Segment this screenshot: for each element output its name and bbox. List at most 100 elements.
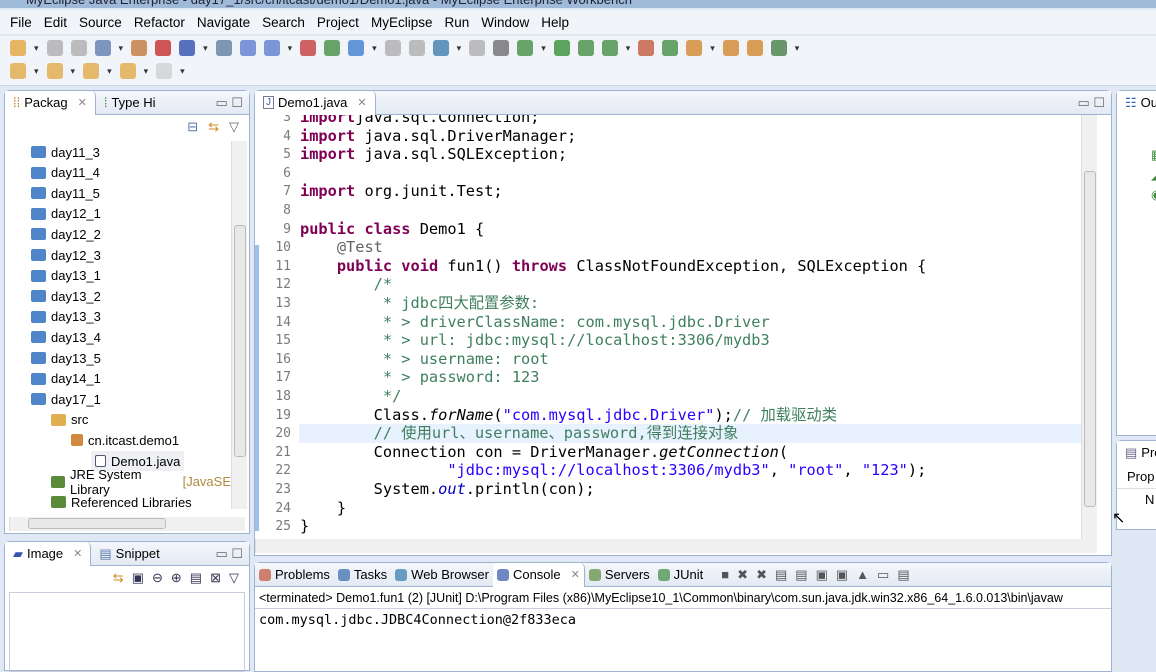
tree-item[interactable]: day13_2 (31, 286, 101, 306)
actual-size-icon[interactable]: ▤ (190, 570, 202, 586)
console-action-icon[interactable]: ▲ (856, 567, 869, 583)
tab-console[interactable]: Console ✕ (492, 562, 585, 587)
menu-myeclipse[interactable]: MyEclipse (365, 15, 439, 30)
tree-item[interactable]: day11_5 (31, 183, 100, 203)
toolbar-icon[interactable] (601, 40, 618, 56)
code-line[interactable]: // 使用url、username、password,得到连接对象 (300, 424, 739, 443)
dropdown-arrow-icon[interactable]: ▾ (795, 43, 800, 54)
zoom-out-icon[interactable]: ⊖ (152, 570, 163, 586)
toolbar-icon[interactable] (10, 40, 26, 56)
code-line[interactable]: * > driverClassName: com.mysql.jdbc.Driv… (300, 313, 770, 332)
console-action-icon[interactable]: ✖ (756, 567, 767, 583)
toolbar-icon[interactable] (517, 40, 534, 56)
tree-item[interactable]: day17_1 (31, 389, 101, 409)
toolbar-icon[interactable] (239, 40, 256, 56)
toolbar-icon[interactable] (662, 40, 679, 56)
tab-properties[interactable]: ▤Pro (1117, 440, 1156, 465)
tab-problems[interactable]: Problems (255, 563, 334, 587)
tree-vertical-scrollbar[interactable] (231, 141, 247, 509)
code-line[interactable]: import java.sql.SQLException; (300, 145, 567, 164)
tree-item[interactable]: day12_2 (31, 224, 101, 244)
console-action-icon[interactable]: ▤ (795, 567, 807, 583)
editor-horizontal-scrollbar[interactable] (255, 539, 1097, 553)
toolbar-icon[interactable] (408, 40, 425, 56)
code-line[interactable]: * > password: 123 (300, 368, 540, 387)
minimize-maximize-icons[interactable]: ▭ ☐ (215, 95, 243, 111)
zoom-in-icon[interactable]: ⊕ (171, 570, 182, 586)
collapse-all-icon[interactable]: ⊟ (187, 119, 198, 135)
toolbar-icon[interactable] (722, 40, 739, 56)
tree-item[interactable]: JRE System Library [JavaSE (51, 467, 231, 497)
navigation-icon[interactable] (10, 63, 26, 79)
tree-horizontal-scrollbar[interactable] (9, 517, 245, 531)
navigation-icon[interactable] (156, 63, 173, 79)
view-menu-icon[interactable]: ▽ (229, 570, 239, 586)
code-line[interactable]: Connection con = DriverManager.getConnec… (300, 443, 788, 462)
tree-item[interactable]: day11_4 (31, 163, 100, 183)
menu-project[interactable]: Project (311, 15, 365, 30)
console-action-icon[interactable]: ■ (721, 567, 729, 583)
toolbar-icon[interactable] (469, 40, 486, 56)
code-line[interactable]: import java.sql.DriverManager; (300, 127, 576, 146)
tab-outline[interactable]: ☷ Ou (1117, 90, 1156, 115)
menu-refactor[interactable]: Refactor (128, 15, 191, 30)
toolbar-icon[interactable] (300, 40, 317, 56)
code-line[interactable]: import org.junit.Test; (300, 182, 503, 201)
console-action-icon[interactable]: ▣ (816, 567, 828, 583)
toolbar-icon[interactable] (577, 40, 594, 56)
code-line[interactable]: } (300, 517, 309, 536)
toolbar-icon[interactable] (155, 40, 172, 56)
close-icon[interactable]: ✕ (357, 96, 366, 109)
close-icon[interactable]: ✕ (571, 568, 580, 581)
tree-item[interactable]: day13_1 (31, 266, 101, 286)
code-line[interactable]: System.out.println(con); (300, 480, 595, 499)
toolbar-icon[interactable] (493, 40, 510, 56)
close-icon[interactable]: ✕ (73, 547, 82, 560)
dropdown-arrow-icon[interactable]: ▾ (372, 43, 377, 54)
console-action-icon[interactable]: ✖ (737, 567, 748, 583)
minimize-maximize-icons[interactable]: ▭ ☐ (1077, 95, 1105, 111)
console-action-icon[interactable]: ▤ (897, 567, 909, 583)
toolbar-icon[interactable] (179, 40, 196, 56)
toolbar-icon[interactable] (94, 40, 111, 56)
dropdown-arrow-icon[interactable]: ▾ (180, 66, 185, 77)
dropdown-arrow-icon[interactable]: ▾ (626, 43, 631, 54)
link-editor-icon[interactable]: ⇆ (208, 119, 219, 135)
tree-item[interactable]: day13_5 (31, 348, 101, 368)
tab-type-hierarchy[interactable]: ⁞ Type Hi (96, 91, 164, 115)
tree-item[interactable]: cn.itcast.demo1 (71, 430, 179, 450)
console-output[interactable]: com.mysql.jdbc.JDBC4Connection@2f833eca (255, 609, 1111, 631)
menu-search[interactable]: Search (256, 15, 311, 30)
toolbar-icon[interactable] (553, 40, 570, 56)
navigation-icon[interactable] (46, 63, 63, 79)
toolbar-icon[interactable] (432, 40, 449, 56)
tab-junit[interactable]: JUnit (654, 563, 708, 587)
dropdown-arrow-icon[interactable]: ▾ (288, 43, 293, 54)
toolbar-icon[interactable] (746, 40, 763, 56)
dropdown-arrow-icon[interactable]: ▾ (541, 43, 546, 54)
toolbar-icon[interactable] (131, 40, 148, 56)
tree-item[interactable]: Referenced Libraries (51, 492, 192, 509)
tab-servers[interactable]: Servers (585, 563, 654, 587)
tree-item[interactable]: day12_3 (31, 245, 101, 265)
editor-vertical-scrollbar[interactable] (1081, 115, 1097, 539)
code-line[interactable]: /* (300, 275, 392, 294)
tree-item[interactable]: day11_3 (31, 142, 100, 162)
view-menu-icon[interactable]: ▽ (229, 119, 239, 135)
menu-navigate[interactable]: Navigate (191, 15, 256, 30)
dropdown-arrow-icon[interactable]: ▾ (71, 66, 76, 77)
code-line[interactable]: Class.forName("com.mysql.jdbc.Driver");/… (300, 406, 837, 425)
navigation-icon[interactable] (119, 63, 136, 79)
tree-item[interactable]: day12_1 (31, 204, 101, 224)
toolbar-icon[interactable] (70, 40, 87, 56)
tree-item[interactable]: day14_1 (31, 369, 101, 389)
dropdown-arrow-icon[interactable]: ▾ (457, 43, 462, 54)
console-action-icon[interactable]: ▤ (775, 567, 787, 583)
menu-run[interactable]: Run (438, 15, 475, 30)
console-action-icon[interactable]: ▣ (836, 567, 848, 583)
code-line[interactable]: * jdbc四大配置参数: (300, 294, 539, 313)
tab-package-explorer[interactable]: ⁞⁞ Packag ✕ (5, 90, 96, 115)
tree-item[interactable]: src (51, 410, 88, 430)
code-line[interactable]: } (300, 499, 346, 518)
tab-demo1-java[interactable]: J Demo1.java ✕ (255, 90, 376, 115)
